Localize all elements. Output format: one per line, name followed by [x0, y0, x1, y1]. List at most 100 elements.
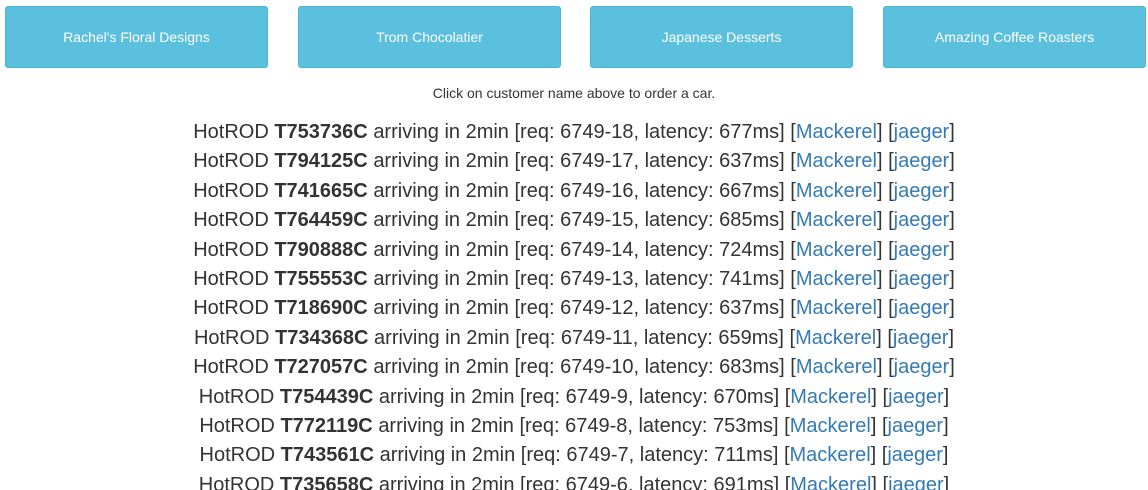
arrival-text: arriving in 2min [373, 121, 509, 143]
jaeger-link[interactable]: jaeger [894, 356, 950, 378]
req-label: req: [520, 297, 555, 320]
ride-row: HotROD T735658C arriving in 2min [req: 6… [0, 471, 1148, 490]
ride-row: HotROD T734368C arriving in 2min [req: 6… [193, 326, 955, 349]
jaeger-link[interactable]: jaeger [894, 121, 950, 143]
ride-row: HotROD T755553C arriving in 2min [req: 6… [193, 267, 955, 290]
ride-row: HotROD T764459C arriving in 2min [req: 6… [193, 209, 955, 232]
customer-button-rachels-floral-designs[interactable]: Rachel's Floral Designs [5, 6, 268, 68]
ride-prefix: HotROD [198, 385, 275, 408]
jaeger-link[interactable]: jaeger [894, 239, 950, 261]
mackerel-link[interactable]: Mackerel [790, 415, 871, 437]
latency-label: latency: [644, 121, 714, 143]
latency-label: latency: [639, 385, 708, 408]
arrival-text: arriving in 2min [378, 385, 515, 408]
car-id: T734368C [275, 326, 369, 349]
jaeger-link[interactable]: jaeger [893, 327, 949, 349]
mackerel-link[interactable]: Mackerel [796, 150, 877, 172]
ride-row: HotROD T790888C arriving in 2min [req: 6… [193, 238, 955, 261]
order-hint: Click on customer name above to order a … [432, 85, 716, 101]
req-id: 6749-15 [560, 209, 634, 232]
jaeger-link[interactable]: jaeger [887, 444, 943, 466]
latency-value: 753ms [712, 414, 774, 437]
req-label: req: [525, 385, 561, 408]
arrival-text: arriving in 2min [373, 179, 509, 202]
mackerel-link[interactable]: Mackerel [796, 180, 877, 202]
mackerel-link[interactable]: Mackerel [796, 239, 877, 261]
jaeger-link[interactable]: jaeger [894, 150, 950, 172]
car-id: T718690C [274, 297, 368, 320]
req-label: req: [520, 121, 555, 143]
req-id: 6749-14 [560, 238, 634, 261]
mackerel-link[interactable]: Mackerel [796, 121, 877, 143]
arrival-text: arriving in 2min [373, 209, 509, 232]
ride-prefix: HotROD [193, 238, 269, 261]
jaeger-link[interactable]: jaeger [894, 180, 950, 202]
arrival-text: arriving in 2min [373, 356, 509, 379]
customer-button-trom-chocolatier[interactable]: Trom Chocolatier [298, 6, 561, 68]
req-id: 6749-17 [560, 150, 634, 173]
ride-row: HotROD T794125C arriving in 2min [req: 6… [193, 150, 955, 173]
car-id: T735658C [279, 473, 374, 490]
req-id: 6749-11 [560, 326, 633, 349]
ride-row: HotROD T753736C arriving in 2min [req: 6… [193, 121, 955, 143]
latency-value: 637ms [719, 150, 780, 173]
mackerel-link[interactable]: Mackerel [790, 474, 871, 490]
req-label: req: [520, 209, 555, 232]
req-id: 6749-9 [565, 385, 628, 408]
latency-value: 685ms [719, 209, 780, 232]
latency-label: latency: [644, 238, 714, 261]
car-id: T754439C [279, 385, 374, 408]
latency-value: 711ms [714, 444, 773, 467]
req-id: 6749-6 [565, 473, 628, 490]
arrival-text: arriving in 2min [379, 444, 516, 467]
jaeger-link[interactable]: jaeger [894, 209, 950, 231]
req-label: req: [525, 414, 560, 437]
ride-prefix: HotROD [193, 356, 269, 379]
ride-prefix: HotROD [193, 150, 269, 173]
mackerel-link[interactable]: Mackerel [795, 327, 876, 349]
jaeger-link[interactable]: jaeger [894, 297, 950, 319]
jaeger-link[interactable]: jaeger [888, 386, 944, 408]
ride-row: HotROD T727057C arriving in 2min [req: 6… [193, 356, 955, 379]
latency-label: latency: [643, 326, 713, 349]
jaeger-link[interactable]: jaeger [888, 474, 944, 490]
req-label: req: [525, 473, 561, 490]
latency-label: latency: [644, 297, 714, 320]
mackerel-link[interactable]: Mackerel [790, 386, 871, 408]
arrival-text: arriving in 2min [373, 150, 509, 173]
arrival-text: arriving in 2min [378, 473, 515, 490]
mackerel-link[interactable]: Mackerel [796, 209, 877, 231]
car-id: T790888C [274, 238, 368, 261]
latency-label: latency: [644, 356, 714, 379]
latency-value: 637ms [719, 297, 780, 320]
req-label: req: [520, 326, 556, 349]
ride-prefix: HotROD [199, 414, 275, 437]
ride-prefix: HotROD [198, 473, 275, 490]
mackerel-link[interactable]: Mackerel [790, 444, 871, 466]
ride-row: HotROD T741665C arriving in 2min [req: 6… [193, 179, 955, 202]
jaeger-link[interactable]: jaeger [888, 415, 944, 437]
mackerel-link[interactable]: Mackerel [796, 297, 877, 319]
car-id: T755553C [274, 267, 368, 290]
req-id: 6749-7 [566, 444, 629, 467]
ride-row: HotROD T772119C arriving in 2min [req: 6… [199, 414, 949, 437]
arrival-text: arriving in 2min [373, 238, 509, 261]
req-id: 6749-12 [560, 297, 634, 320]
req-id: 6749-8 [565, 414, 628, 437]
mackerel-link[interactable]: Mackerel [796, 268, 877, 290]
car-id: T772119C [280, 414, 373, 437]
customer-button-japanese-desserts[interactable]: Japanese Desserts [590, 6, 853, 68]
latency-value: 667ms [719, 179, 780, 202]
req-id: 6749-13 [560, 267, 634, 290]
req-label: req: [526, 444, 561, 467]
latency-label: latency: [644, 267, 714, 290]
car-id: T794125C [274, 150, 368, 173]
arrival-text: arriving in 2min [373, 267, 509, 290]
ride-prefix: HotROD [193, 267, 269, 290]
mackerel-link[interactable]: Mackerel [796, 356, 877, 378]
ride-prefix: HotROD [193, 297, 269, 320]
latency-value: 691ms [713, 473, 774, 490]
customer-button-amazing-coffee-roasters[interactable]: Amazing Coffee Roasters [883, 6, 1146, 68]
jaeger-link[interactable]: jaeger [894, 268, 950, 290]
req-label: req: [520, 179, 555, 202]
